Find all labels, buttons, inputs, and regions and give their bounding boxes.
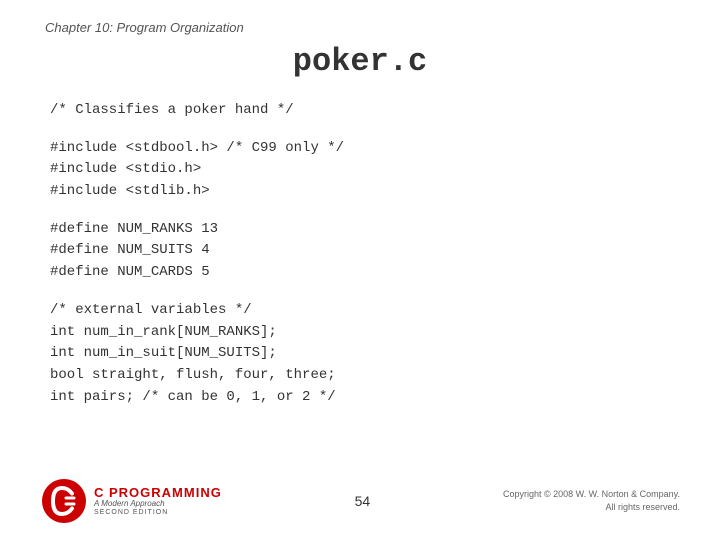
variable-line-4: int pairs; /* can be 0, 1, or 2 */ — [50, 387, 680, 409]
logo-area: C PROGRAMMING A Modern Approach SECOND E… — [40, 477, 222, 525]
code-defines: #define NUM_RANKS 13 #define NUM_SUITS 4… — [50, 219, 680, 284]
logo-text: C PROGRAMMING A Modern Approach SECOND E… — [94, 486, 222, 517]
footer: C PROGRAMMING A Modern Approach SECOND E… — [0, 477, 720, 525]
copyright: Copyright © 2008 W. W. Norton & Company.… — [503, 488, 680, 515]
variable-line-2: int num_in_suit[NUM_SUITS]; — [50, 343, 680, 365]
code-includes: #include <stdbool.h> /* C99 only */ #inc… — [50, 138, 680, 203]
include-line-2: #include <stdio.h> — [50, 159, 680, 181]
include-line-3: #include <stdlib.h> — [50, 181, 680, 203]
define-line-2: #define NUM_SUITS 4 — [50, 240, 680, 262]
code-block: /* Classifies a poker hand */ #include <… — [50, 100, 680, 408]
variable-line-1: int num_in_rank[NUM_RANKS]; — [50, 322, 680, 344]
define-line-3: #define NUM_CARDS 5 — [50, 262, 680, 284]
page-number: 54 — [355, 493, 371, 509]
intro-comment: /* Classifies a poker hand */ — [50, 100, 680, 122]
copyright-line-1: Copyright © 2008 W. W. Norton & Company. — [503, 489, 680, 499]
variable-line-3: bool straight, flush, four, three; — [50, 365, 680, 387]
slide: Chapter 10: Program Organization poker.c… — [0, 0, 720, 540]
variables-comment: /* external variables */ — [50, 300, 680, 322]
copyright-line-2: All rights reserved. — [605, 502, 680, 512]
logo-sub-text: A Modern Approach — [94, 500, 222, 509]
include-line-1: #include <stdbool.h> /* C99 only */ — [50, 138, 680, 160]
file-title: poker.c — [40, 43, 680, 80]
c-logo-icon — [40, 477, 88, 525]
define-line-1: #define NUM_RANKS 13 — [50, 219, 680, 241]
code-comment-intro: /* Classifies a poker hand */ — [50, 100, 680, 122]
chapter-title: Chapter 10: Program Organization — [45, 20, 680, 35]
code-variables: /* external variables */ int num_in_rank… — [50, 300, 680, 408]
logo-main-text: C PROGRAMMING — [94, 486, 222, 500]
logo-edition-text: SECOND EDITION — [94, 509, 222, 517]
